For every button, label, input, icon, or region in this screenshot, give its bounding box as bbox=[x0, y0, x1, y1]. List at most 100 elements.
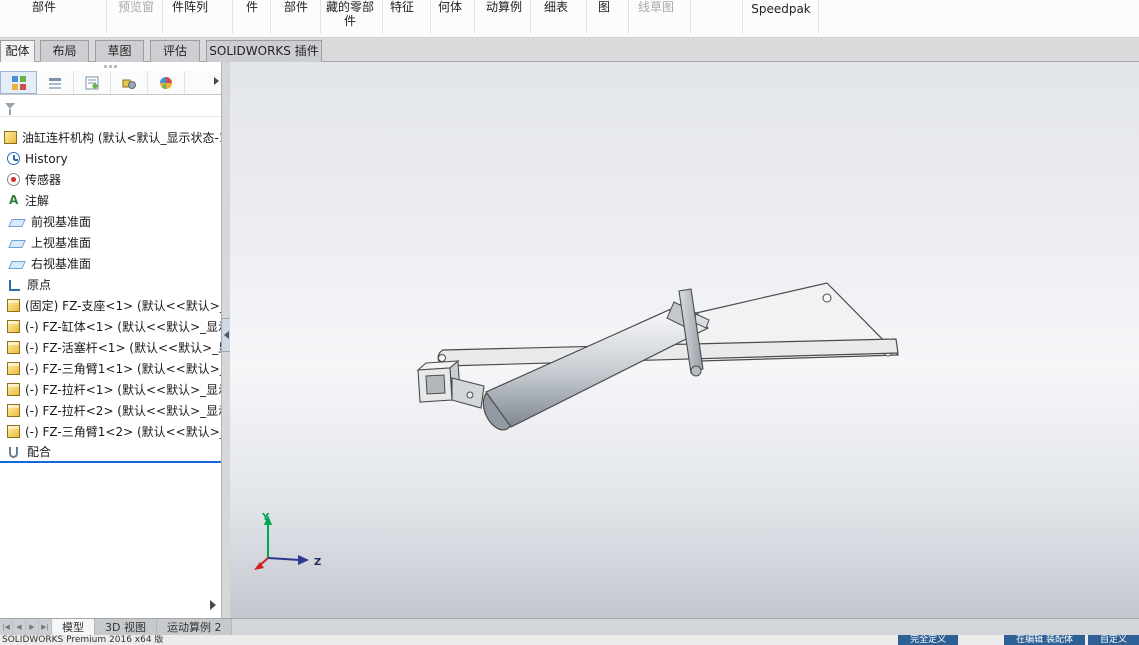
tree-filter-bar[interactable] bbox=[0, 95, 221, 117]
ribbon-separator bbox=[530, 0, 531, 34]
chevron-down-icon bbox=[56, 0, 64, 14]
tab-label: 3D 视图 bbox=[105, 621, 146, 634]
tab-layout[interactable]: 布局 bbox=[40, 40, 89, 62]
ribbon-button-label: 件阵列 bbox=[171, 0, 208, 14]
tab-solidworks-addins[interactable]: SOLIDWORKS 插件 bbox=[206, 40, 322, 62]
ribbon-button-reference-geometry[interactable]: 何体 bbox=[436, 0, 472, 14]
tree-item-label: (固定) FZ-支座<1> (默认<<默认>_ bbox=[25, 299, 221, 313]
triad-z-label: Z bbox=[314, 557, 321, 568]
status-editing-assembly: 在编辑 装配体 bbox=[1004, 635, 1085, 645]
panel-scroll-right-icon[interactable] bbox=[210, 600, 216, 610]
ribbon-button-label: 件 bbox=[245, 0, 258, 14]
tree-item-component-fz-sanjiaobi1-1[interactable]: (-) FZ-三角臂1<1> (默认<<默认>_ bbox=[0, 358, 221, 379]
ribbon-button-exploded-view[interactable]: 图 bbox=[592, 0, 616, 14]
tab-dimxpertmanager[interactable] bbox=[111, 71, 148, 94]
tab-motion-study-2[interactable]: 运动算例 2 bbox=[156, 619, 233, 635]
ribbon-button-motion-study[interactable]: 动算例 bbox=[480, 0, 528, 14]
tree-item-component-fz-zhizuo[interactable]: (固定) FZ-支座<1> (默认<<默认>_ bbox=[0, 295, 221, 316]
ribbon-separator bbox=[474, 0, 475, 34]
panel-grip-handle[interactable] bbox=[0, 62, 221, 71]
tree-item-annotations[interactable]: 注解 bbox=[0, 190, 221, 211]
tree-item-label: 配合 bbox=[27, 445, 52, 459]
tree-item-history[interactable]: History bbox=[0, 148, 221, 169]
status-right-group: 完全定义 在编辑 装配体 自定义 bbox=[898, 635, 1139, 645]
ribbon-separator bbox=[742, 0, 743, 34]
ribbon-button-speedpak[interactable]: Speedpak bbox=[748, 2, 814, 16]
plane-icon bbox=[8, 260, 26, 269]
dimxpertmanager-icon bbox=[122, 79, 136, 89]
tree-item-component-fz-huosaigan[interactable]: (-) FZ-活塞杆<1> (默认<<默认>_显 bbox=[0, 337, 221, 358]
tree-item-assembly-root[interactable]: 油缸连杆机构 (默认<默认_显示状态-1> bbox=[0, 127, 221, 148]
tab-assembly[interactable]: 配体 bbox=[0, 40, 35, 62]
ribbon-button-preview-window[interactable]: 预览窗 bbox=[112, 0, 160, 14]
tab-label: 草图 bbox=[107, 44, 132, 58]
tree-item-component-fz-sanjiaobi1-2[interactable]: (-) FZ-三角臂1<2> (默认<<默认>_ bbox=[0, 421, 221, 442]
tab-evaluate[interactable]: 评估 bbox=[150, 40, 200, 62]
tree-item-right-plane[interactable]: 右视基准面 bbox=[0, 253, 221, 274]
displaymanager-icon bbox=[160, 76, 172, 89]
tab-scroll-first-button[interactable]: |◀ bbox=[0, 619, 13, 635]
ribbon-separator bbox=[382, 0, 383, 34]
ribbon-button-component[interactable]: 件 bbox=[240, 0, 264, 14]
tab-label: 模型 bbox=[62, 621, 84, 634]
tree-item-label: 前视基准面 bbox=[31, 215, 92, 229]
tree-item-label: (-) FZ-三角臂1<2> (默认<<默认>_ bbox=[25, 425, 221, 439]
component-icon bbox=[7, 362, 20, 375]
propertymanager-icon bbox=[49, 77, 61, 89]
tab-sketch[interactable]: 草图 bbox=[95, 40, 144, 62]
tab-scroll-next-button[interactable]: ▶ bbox=[26, 619, 39, 635]
ribbon-button-label: 部件 bbox=[31, 0, 56, 14]
filter-icon bbox=[5, 102, 15, 115]
tab-scroll-last-button[interactable]: ▶| bbox=[39, 619, 52, 635]
tab-model[interactable]: 模型 bbox=[52, 619, 95, 635]
tab-scroll-prev-button[interactable]: ◀ bbox=[13, 619, 26, 635]
tree-item-label: 注解 bbox=[25, 194, 50, 208]
tree-item-component-fz-lagan-1[interactable]: (-) FZ-拉杆<1> (默认<<默认>_显示 bbox=[0, 379, 221, 400]
panel-tabs-overflow-icon[interactable] bbox=[214, 77, 219, 85]
tree-item-front-plane[interactable]: 前视基准面 bbox=[0, 211, 221, 232]
tab-configurationmanager[interactable] bbox=[74, 71, 111, 94]
graphics-viewport[interactable]: Y Z bbox=[230, 62, 1139, 618]
annotation-icon bbox=[7, 193, 20, 207]
tab-displaymanager[interactable] bbox=[148, 71, 185, 94]
model-link-boss bbox=[690, 365, 702, 377]
model-hole bbox=[822, 293, 832, 303]
ribbon-button-label: 特征 bbox=[389, 0, 414, 14]
tree-item-label: History bbox=[25, 151, 68, 166]
ribbon-button-explode-line-sketch[interactable]: 线草图 bbox=[632, 0, 680, 14]
component-icon bbox=[7, 341, 20, 354]
nav-glyph: |◀ bbox=[2, 623, 10, 631]
tree-item-mates[interactable]: 配合 bbox=[0, 442, 221, 463]
plane-icon bbox=[8, 218, 26, 227]
tree-item-label: (-) FZ-拉杆<1> (默认<<默认>_显示 bbox=[25, 383, 221, 397]
tab-propertymanager[interactable] bbox=[37, 71, 74, 94]
nav-glyph: ◀ bbox=[16, 623, 22, 631]
tree-item-origin[interactable]: 原点 bbox=[0, 274, 221, 295]
tree-item-label: 上视基准面 bbox=[31, 236, 92, 250]
model-hole bbox=[438, 354, 446, 362]
component-icon bbox=[7, 383, 20, 396]
tree-item-component-fz-lagan-2[interactable]: (-) FZ-拉杆<2> (默认<<默认>_显示 bbox=[0, 400, 221, 421]
mates-paperclip-icon bbox=[9, 447, 18, 458]
tree-item-label: (-) FZ-活塞杆<1> (默认<<默认>_显 bbox=[25, 341, 221, 355]
ribbon-button-assembly-features[interactable]: 特征 bbox=[388, 0, 424, 14]
ribbon-button-label: 图 bbox=[597, 0, 610, 14]
ribbon-separator bbox=[430, 0, 431, 34]
tree-item-component-fz-gangti[interactable]: (-) FZ-缸体<1> (默认<<默认>_显示 bbox=[0, 316, 221, 337]
tab-3d-views[interactable]: 3D 视图 bbox=[95, 619, 157, 635]
ribbon-button-move-component[interactable]: 部件 bbox=[276, 0, 316, 14]
model-3d bbox=[416, 282, 900, 431]
assembly-icon bbox=[4, 131, 17, 144]
ribbon-button-component-pattern[interactable]: 件阵列 bbox=[168, 0, 220, 14]
ribbon-button-show-hidden-components[interactable]: 藏的零部件 bbox=[324, 0, 376, 28]
tree-item-label: 原点 bbox=[27, 278, 52, 292]
tree-item-sensors[interactable]: 传感器 bbox=[0, 169, 221, 190]
tree-item-top-plane[interactable]: 上视基准面 bbox=[0, 232, 221, 253]
tab-label: 评估 bbox=[162, 44, 187, 58]
ribbon-button-label: 细表 bbox=[543, 0, 568, 14]
tab-featuremanager-tree[interactable] bbox=[0, 71, 37, 94]
tree-item-label: (-) FZ-三角臂1<1> (默认<<默认>_ bbox=[25, 362, 221, 376]
ribbon-button-insert-component[interactable]: 部件 bbox=[24, 0, 72, 14]
status-custom[interactable]: 自定义 bbox=[1087, 635, 1139, 645]
ribbon-button-bom[interactable]: 细表 bbox=[536, 0, 576, 14]
